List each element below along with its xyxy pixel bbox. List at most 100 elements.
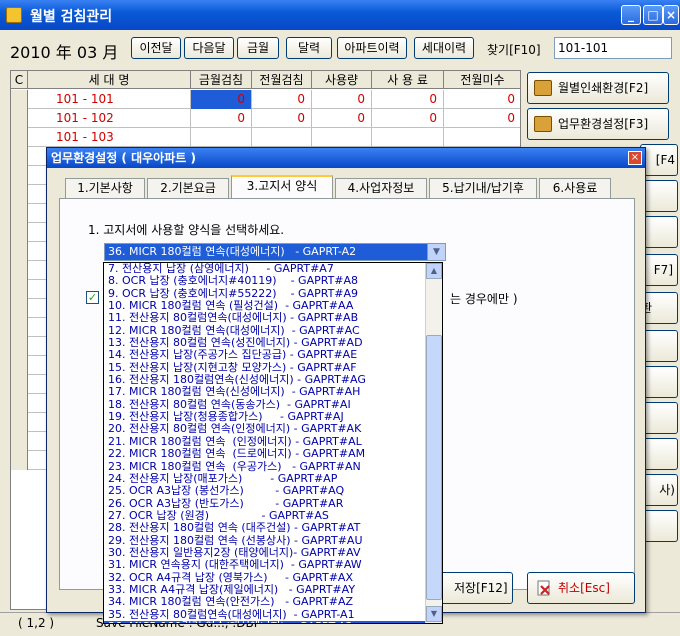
dropdown-option[interactable]: 31. MICR 연속용지 (대한주택에너지) - GAPRT#AW	[104, 559, 426, 571]
cell-c[interactable]	[11, 223, 28, 242]
cell-c[interactable]	[11, 166, 28, 185]
cell-prev[interactable]	[252, 128, 312, 147]
window-titlebar: 월별 검침관리 _ □ ×	[0, 0, 680, 30]
prev-month-button[interactable]: 이전달	[131, 37, 181, 59]
next-month-button[interactable]: 다음달	[184, 37, 234, 59]
dropdown-option[interactable]: 24. 전산용지 납장(매포가스) - GAPRT#AP	[104, 473, 426, 485]
option-checkbox[interactable]: ✓	[86, 291, 99, 304]
dropdown-option[interactable]: 26. OCR A3납장 (반도가스) - GAPRT#AR	[104, 498, 426, 510]
cell-fee[interactable]: 0	[372, 109, 444, 128]
cell-prev[interactable]: 0	[252, 90, 312, 109]
cell-prev[interactable]: 0	[252, 109, 312, 128]
table-row[interactable]: 101 - 103	[11, 128, 520, 147]
dropdown-option[interactable]: 8. OCR 납장 (충호에너지#40119) - GAPRT#A8	[104, 275, 426, 287]
dropdown-option[interactable]: 10. MICR 180컬럼 연속 (필성건설) - GAPRT#AA	[104, 300, 426, 312]
cell-c[interactable]	[11, 90, 28, 109]
dialog-close-button[interactable]: ×	[628, 151, 642, 165]
cell-c[interactable]	[11, 109, 28, 128]
tab-base-rate[interactable]: 2.기본요금	[147, 178, 229, 198]
cell-fee[interactable]: 0	[372, 90, 444, 109]
cell-c[interactable]	[11, 299, 28, 318]
cell-c[interactable]	[11, 356, 28, 375]
cell-name[interactable]: 101 - 101	[28, 90, 191, 109]
cell-cur[interactable]: 0	[191, 90, 252, 109]
cell-c[interactable]	[11, 413, 28, 432]
dropdown-option[interactable]: 23. MICR 180컬럼 연속 (우공가스) - GAPRT#AN	[104, 461, 426, 473]
find-input[interactable]: 101-101	[554, 37, 672, 59]
dropdown-option[interactable]: 29. 전산용지 180컬럼 연속 (선봉상사) - GAPRT#AU	[104, 535, 426, 547]
dropdown-option[interactable]: 36. MICR 180컬럼 연속(대성에너지) - GAPRT-A2	[104, 620, 426, 623]
cell-use[interactable]: 0	[312, 90, 372, 109]
cell-name[interactable]: 101 - 102	[28, 109, 191, 128]
dropdown-option[interactable]: 9. OCR 납장 (충호에너지#55222) - GAPRT#A9	[104, 288, 426, 300]
cell-c[interactable]	[11, 147, 28, 166]
cell-c[interactable]	[11, 242, 28, 261]
cell-c[interactable]	[11, 394, 28, 413]
dropdown-option[interactable]: 7. 전산용지 납장 (삼영에너지) - GAPRT#A7	[104, 263, 426, 275]
dropdown-option[interactable]: 20. 전산용지 80컬럼 연속(인정에너지) - GAPRT#AK	[104, 423, 426, 435]
dropdown-option[interactable]: 27. OCR 납장 (원경) - GAPRT#AS	[104, 510, 426, 522]
cell-use[interactable]: 0	[312, 109, 372, 128]
scroll-down-icon[interactable]: ▼	[426, 606, 442, 622]
minimize-button[interactable]: _	[621, 5, 641, 25]
tab-due-date[interactable]: 5.납기내/납기후	[429, 178, 537, 198]
cancel-button[interactable]: 취소[Esc]	[527, 572, 635, 604]
dropdown-scrollbar[interactable]: ▲ ▼	[425, 263, 442, 623]
dropdown-option[interactable]: 35. 전산용지 80컬럼연속(대성에너지) - GAPRT-A1	[104, 609, 426, 621]
dropdown-option[interactable]: 15. 전산용지 납장(지현고창 모양가스) - GAPRT#AF	[104, 362, 426, 374]
calendar-button[interactable]: 달력	[286, 37, 332, 59]
cell-due[interactable]: 0	[444, 109, 520, 128]
cell-c[interactable]	[11, 261, 28, 280]
dropdown-option[interactable]: 11. 전산용지 80컬럼연속(대성에너지) - GAPRT#AB	[104, 312, 426, 324]
cell-cur[interactable]: 0	[191, 109, 252, 128]
business-settings-button[interactable]: 업무환경설정[F3]	[527, 108, 669, 140]
monthly-print-settings-button[interactable]: 월별인쇄환경[F2]	[527, 72, 669, 104]
dropdown-option[interactable]: 12. MICR 180컬럼 연속(대성에너지) - GAPRT#AC	[104, 325, 426, 337]
cell-c[interactable]	[11, 451, 28, 470]
dropdown-option[interactable]: 25. OCR A3납장 (봉선가스) - GAPRT#AQ	[104, 485, 426, 497]
tab-usage-fee[interactable]: 6.사용료	[539, 178, 611, 198]
table-row[interactable]: 101 - 102 0 0 0 0 0	[11, 109, 520, 128]
scroll-up-icon[interactable]: ▲	[426, 263, 442, 279]
table-row[interactable]: 101 - 101 0 0 0 0 0	[11, 90, 520, 109]
bill-format-dropdown[interactable]: 7. 전산용지 납장 (삼영에너지) - GAPRT#A7 8. OCR 납장 (…	[103, 262, 443, 624]
dropdown-option[interactable]: 13. 전산용지 80컬럼 연속(성진에너지) - GAPRT#AD	[104, 337, 426, 349]
cell-c[interactable]	[11, 280, 28, 299]
cell-due[interactable]: 0	[444, 90, 520, 109]
dropdown-option[interactable]: 21. MICR 180컬럼 연속 (인정에너지) - GAPRT#AL	[104, 436, 426, 448]
current-month-button[interactable]: 금월	[237, 37, 279, 59]
dropdown-option[interactable]: 22. MICR 180컬럼 연속 (드로에너지) - GAPRT#AM	[104, 448, 426, 460]
cell-c[interactable]	[11, 185, 28, 204]
cell-c[interactable]	[11, 318, 28, 337]
cell-c[interactable]	[11, 128, 28, 147]
cell-c[interactable]	[11, 337, 28, 356]
tab-basic[interactable]: 1.기본사항	[65, 178, 145, 198]
dropdown-option[interactable]: 28. 전산용지 180컬럼 연속 (대주건설) - GAPRT#AT	[104, 522, 426, 534]
dropdown-option[interactable]: 14. 전산용지 납장(주공가스 집단공급) - GAPRT#AE	[104, 349, 426, 361]
maximize-button[interactable]: □	[643, 5, 663, 25]
cell-cur[interactable]	[191, 128, 252, 147]
tab-bill-format[interactable]: 3.고지서 양식	[231, 175, 333, 199]
dropdown-option[interactable]: 18. 전산용지 80컬럼 연속(동송가스) - GAPRT#AI	[104, 399, 426, 411]
cell-c[interactable]	[11, 204, 28, 223]
cell-c[interactable]	[11, 432, 28, 451]
dropdown-option[interactable]: 16. 전산용지 180컬럼연속(신성에너지) - GAPRT#AG	[104, 374, 426, 386]
dropdown-option[interactable]: 30. 전산용지 일반용지2장 (태양에너지)- GAPRT#AV	[104, 547, 426, 559]
bill-format-select[interactable]: 36. MICR 180컬럼 연속(대성에너지) - GAPRT-A2 ▼	[104, 243, 446, 261]
dropdown-option[interactable]: 34. MICR 180컬럼 연속(안전가스) - GAPRT#AZ	[104, 596, 426, 608]
cell-c[interactable]	[11, 375, 28, 394]
chevron-down-icon[interactable]: ▼	[427, 244, 445, 260]
dropdown-option[interactable]: 19. 전산용지 납장(청용종합가스) - GAPRT#AJ	[104, 411, 426, 423]
household-history-button[interactable]: 세대이력	[414, 37, 474, 59]
cell-fee[interactable]	[372, 128, 444, 147]
dropdown-option[interactable]: 32. OCR A4규격 납장 (영북가스) - GAPRT#AX	[104, 572, 426, 584]
apartment-history-button[interactable]: 아파트이력	[337, 37, 407, 59]
dropdown-option[interactable]: 17. MICR 180컬럼 연속(신성에너지) - GAPRT#AH	[104, 386, 426, 398]
tab-business-info[interactable]: 4.사업자정보	[335, 178, 427, 198]
scroll-thumb[interactable]	[426, 335, 442, 600]
cell-name[interactable]: 101 - 103	[28, 128, 191, 147]
close-button[interactable]: ×	[663, 5, 679, 25]
dropdown-option[interactable]: 33. MICR A4규격 납장(제일에너지) - GAPRT#AY	[104, 584, 426, 596]
cell-due[interactable]	[444, 128, 520, 147]
cell-use[interactable]	[312, 128, 372, 147]
